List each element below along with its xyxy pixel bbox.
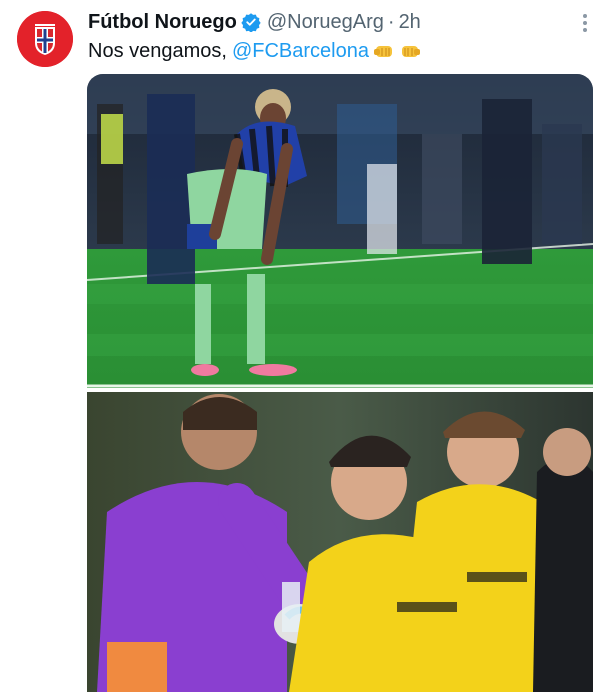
tweet-text: Nos vengamos, @FCBarcelona <box>88 37 421 65</box>
separator-dot: · <box>387 10 395 33</box>
mention-link[interactable]: @FCBarcelona <box>232 37 369 65</box>
media-photo-2[interactable] <box>87 392 593 692</box>
tweet-media-grid <box>87 74 593 692</box>
verified-badge-icon[interactable] <box>241 12 261 32</box>
more-options-icon[interactable] <box>578 12 592 34</box>
celebration-photo-image <box>87 392 593 692</box>
tweet-text-body: Nos vengamos, <box>88 40 227 62</box>
tweet-card[interactable]: Fútbol Noruego @NoruegArg · 2h Nos venga… <box>0 0 610 692</box>
right-facing-fist-emoji-icon <box>402 46 420 57</box>
media-photo-1[interactable] <box>87 74 593 388</box>
author-handle[interactable]: @NoruegArg <box>267 11 384 34</box>
tweet-timestamp[interactable]: 2h <box>399 11 421 34</box>
tweet-header: Fútbol Noruego @NoruegArg · 2h <box>88 8 421 36</box>
author-avatar[interactable] <box>17 11 73 67</box>
author-display-name[interactable]: Fútbol Noruego <box>88 11 237 34</box>
left-facing-fist-emoji-icon <box>374 46 392 57</box>
norway-flag-badge-icon <box>17 11 73 67</box>
player-photo-image <box>87 74 593 388</box>
